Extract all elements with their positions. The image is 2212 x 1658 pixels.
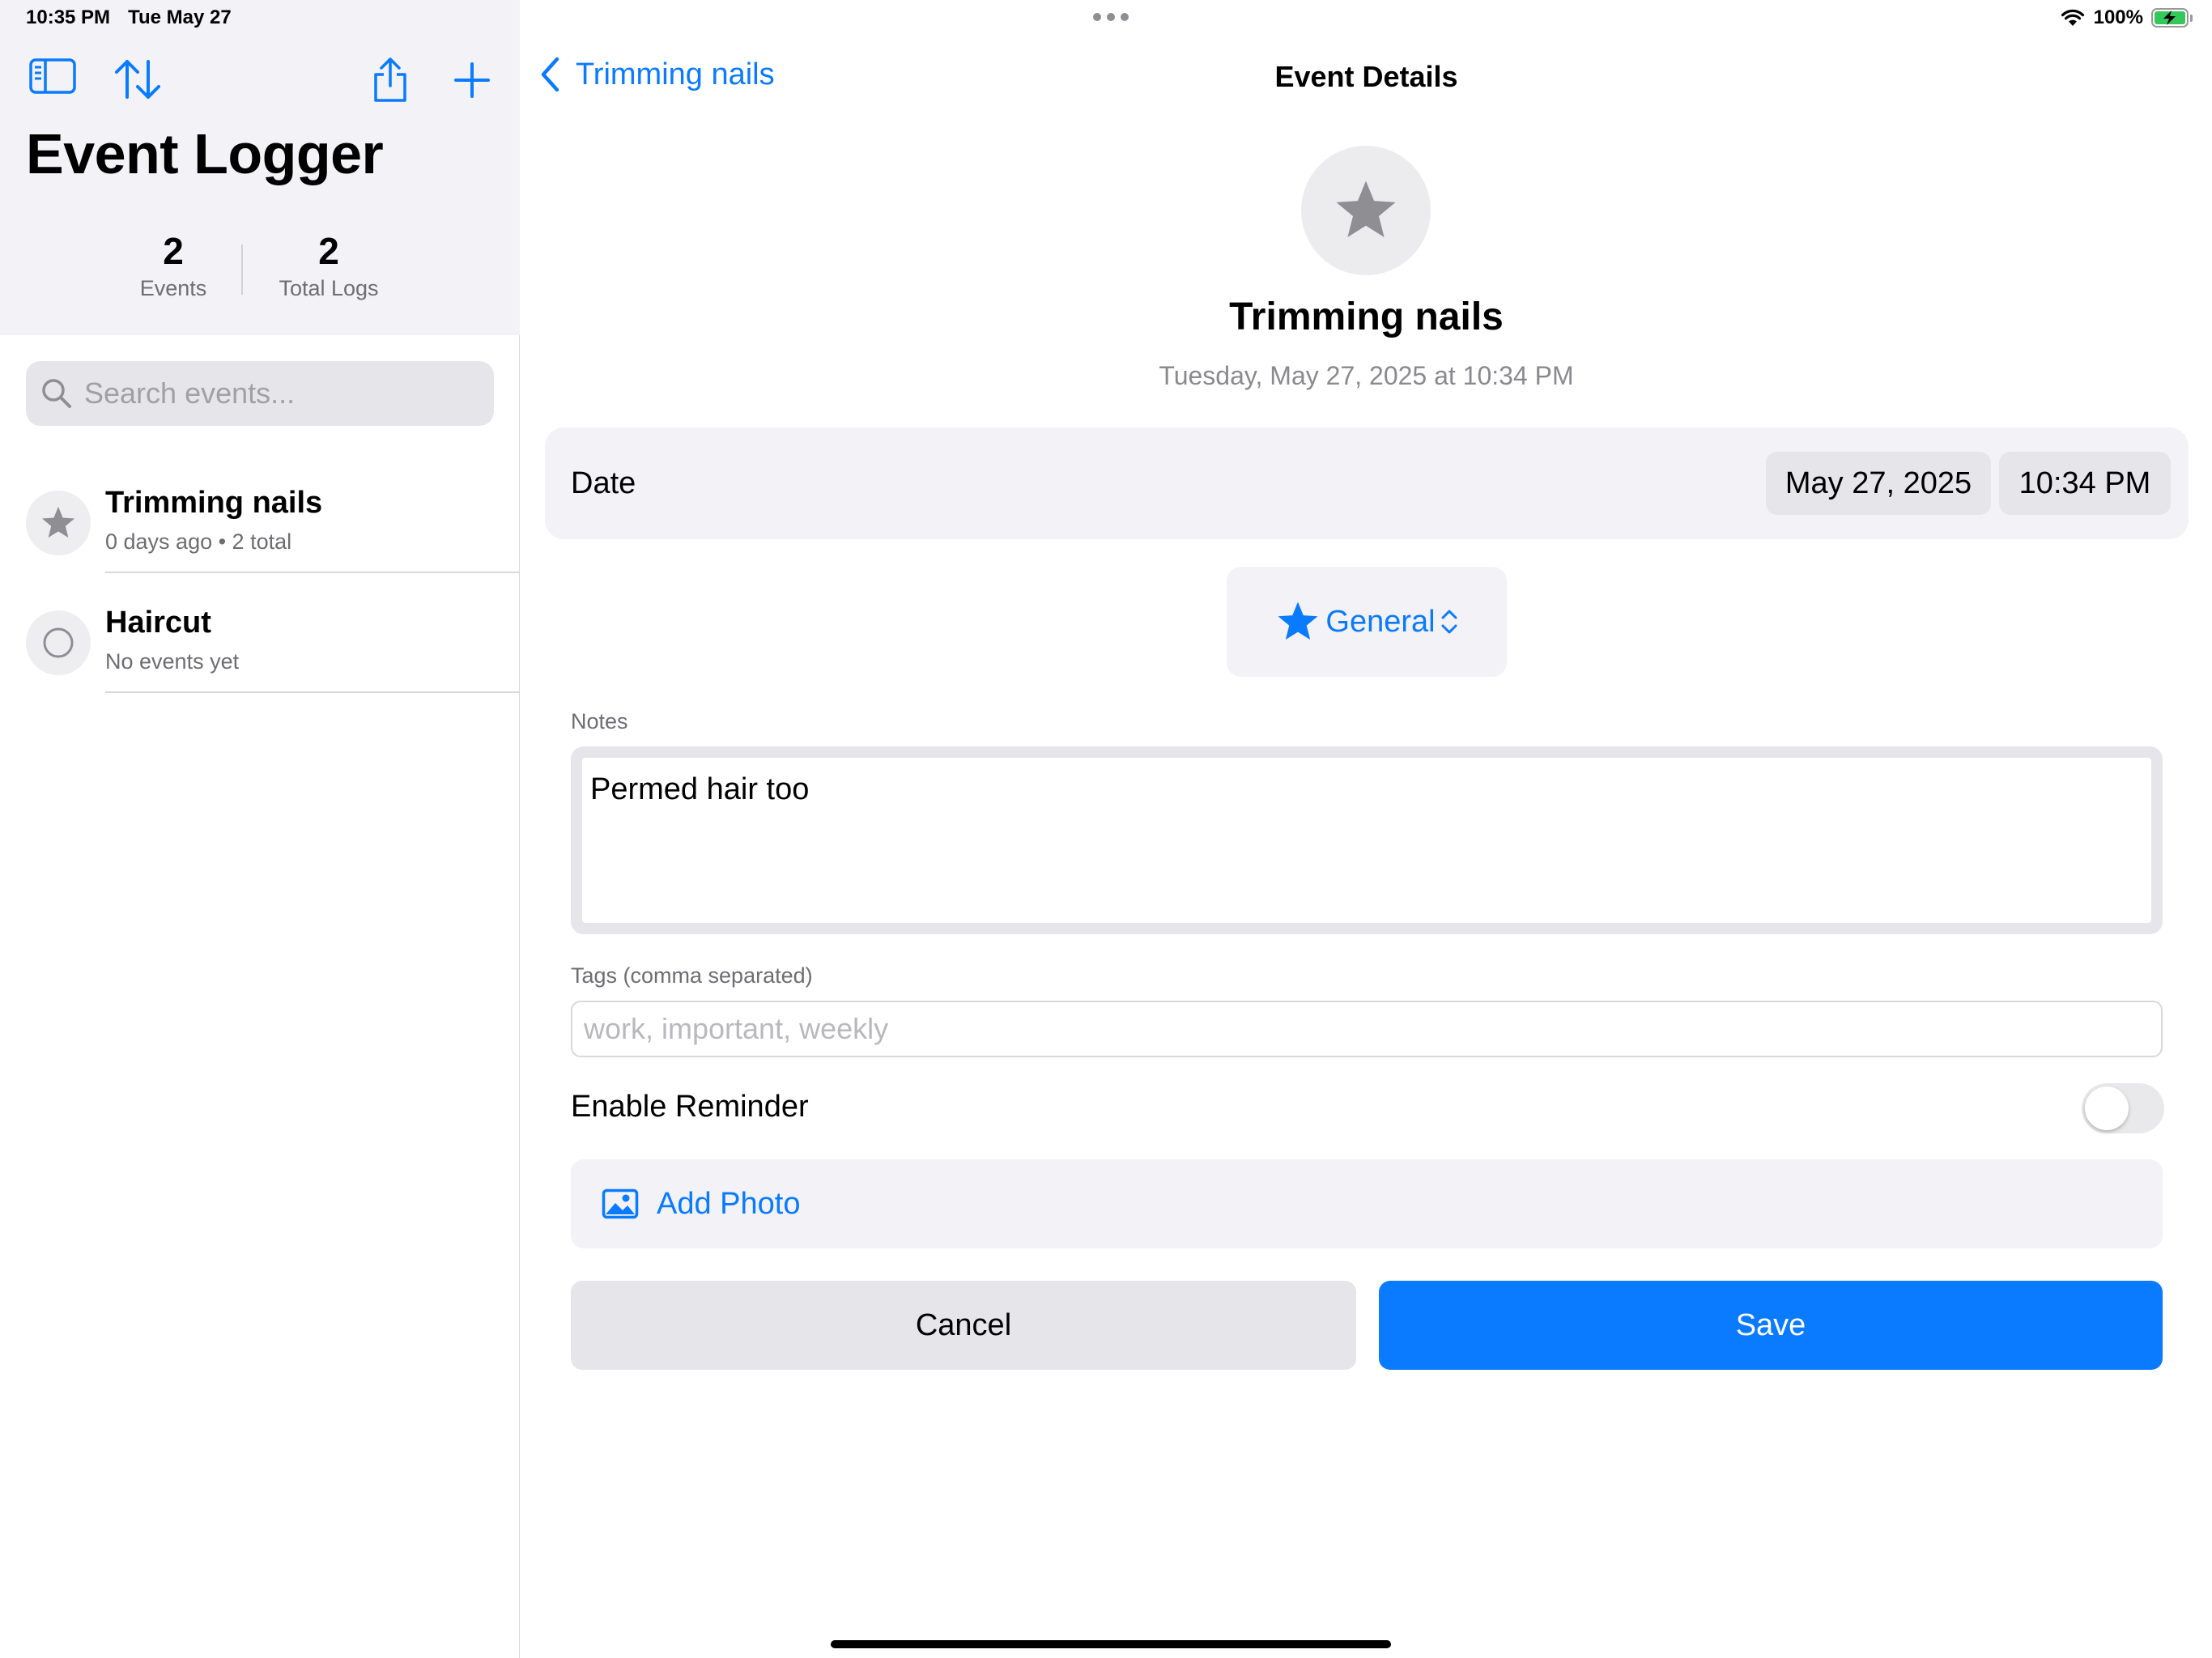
event-subtitle: 0 days ago • 2 total xyxy=(105,529,292,554)
star-icon xyxy=(41,506,75,538)
date-row: Date May 27, 2025 10:34 PM xyxy=(545,427,2189,539)
category-picker[interactable]: General xyxy=(1227,567,1507,677)
search-icon xyxy=(42,379,71,408)
circle-icon xyxy=(43,627,74,658)
wifi-icon xyxy=(2061,9,2084,26)
status-bar-right: 100% xyxy=(2060,6,2193,29)
row-divider xyxy=(105,691,520,693)
sidebar-toggle-icon[interactable] xyxy=(29,58,76,98)
event-avatar xyxy=(26,610,91,675)
sort-icon[interactable] xyxy=(113,58,162,104)
sidebar-header: 10:35 PM Tue May 27 Event Logger 2 Event… xyxy=(0,0,520,335)
time-picker[interactable]: 10:34 PM xyxy=(1999,452,2171,515)
sidebar: 10:35 PM Tue May 27 Event Logger 2 Event… xyxy=(0,0,520,1658)
search-input[interactable] xyxy=(84,376,473,410)
stat-events: 2 Events xyxy=(128,228,219,303)
star-icon xyxy=(1336,181,1396,238)
battery-icon xyxy=(2151,8,2193,28)
add-photo-button[interactable]: Add Photo xyxy=(571,1159,2163,1248)
notes-label: Notes xyxy=(571,709,628,733)
tags-label: Tags (comma separated) xyxy=(571,963,813,988)
event-name: Haircut xyxy=(105,606,211,640)
app-title: Event Logger xyxy=(26,122,384,185)
event-title: Trimming nails xyxy=(1229,295,1504,338)
star-icon xyxy=(1278,602,1318,640)
add-icon[interactable] xyxy=(453,62,491,103)
notes-editor[interactable]: Permed hair too xyxy=(571,746,2163,934)
toggle-knob xyxy=(2085,1086,2129,1130)
reminder-label: Enable Reminder xyxy=(571,1090,809,1124)
event-icon-circle xyxy=(1301,146,1431,275)
status-date: Tue May 27 xyxy=(128,6,232,28)
cancel-button[interactable]: Cancel xyxy=(571,1281,1356,1370)
status-bar-left: 10:35 PM Tue May 27 xyxy=(26,6,232,29)
stat-total-logs-value: 2 xyxy=(318,230,339,272)
category-label: General xyxy=(1325,604,1436,639)
date-label: Date xyxy=(571,466,636,500)
nav-title: Event Details xyxy=(1274,60,1458,93)
home-indicator xyxy=(831,1640,1391,1648)
stat-events-label: Events xyxy=(139,276,207,300)
event-datetime: Tuesday, May 27, 2025 at 10:34 PM xyxy=(1159,361,1574,390)
chevron-up-down-icon xyxy=(1441,610,1457,634)
save-button[interactable]: Save xyxy=(1379,1281,2163,1370)
event-subtitle: No events yet xyxy=(105,649,240,674)
notes-text[interactable]: Permed hair too xyxy=(582,758,2151,923)
search-bar[interactable] xyxy=(26,361,494,426)
share-icon[interactable] xyxy=(371,57,410,108)
stat-divider xyxy=(241,244,243,295)
stat-events-value: 2 xyxy=(163,230,184,272)
event-detail-pane: 100% Trimming nails Event Details Trimmi… xyxy=(521,0,2212,1658)
battery-percent: 100% xyxy=(2093,6,2143,28)
reminder-toggle[interactable] xyxy=(2082,1083,2164,1133)
tags-input[interactable] xyxy=(571,1001,2163,1057)
photo-icon xyxy=(602,1188,639,1219)
stat-total-logs-label: Total Logs xyxy=(279,276,379,300)
multitasking-handle[interactable] xyxy=(1093,13,1129,21)
add-photo-label: Add Photo xyxy=(657,1186,801,1221)
stat-total-logs: 2 Total Logs xyxy=(264,228,393,303)
screen: 10:35 PM Tue May 27 Event Logger 2 Event… xyxy=(0,0,2212,1658)
event-name: Trimming nails xyxy=(105,486,323,520)
status-time: 10:35 PM xyxy=(26,6,111,28)
event-row-haircut[interactable]: Haircut No events yet xyxy=(26,573,520,693)
date-picker[interactable]: May 27, 2025 xyxy=(1766,452,1991,515)
event-row-trimming-nails[interactable]: Trimming nails 0 days ago • 2 total xyxy=(26,453,520,573)
event-avatar xyxy=(26,491,91,555)
